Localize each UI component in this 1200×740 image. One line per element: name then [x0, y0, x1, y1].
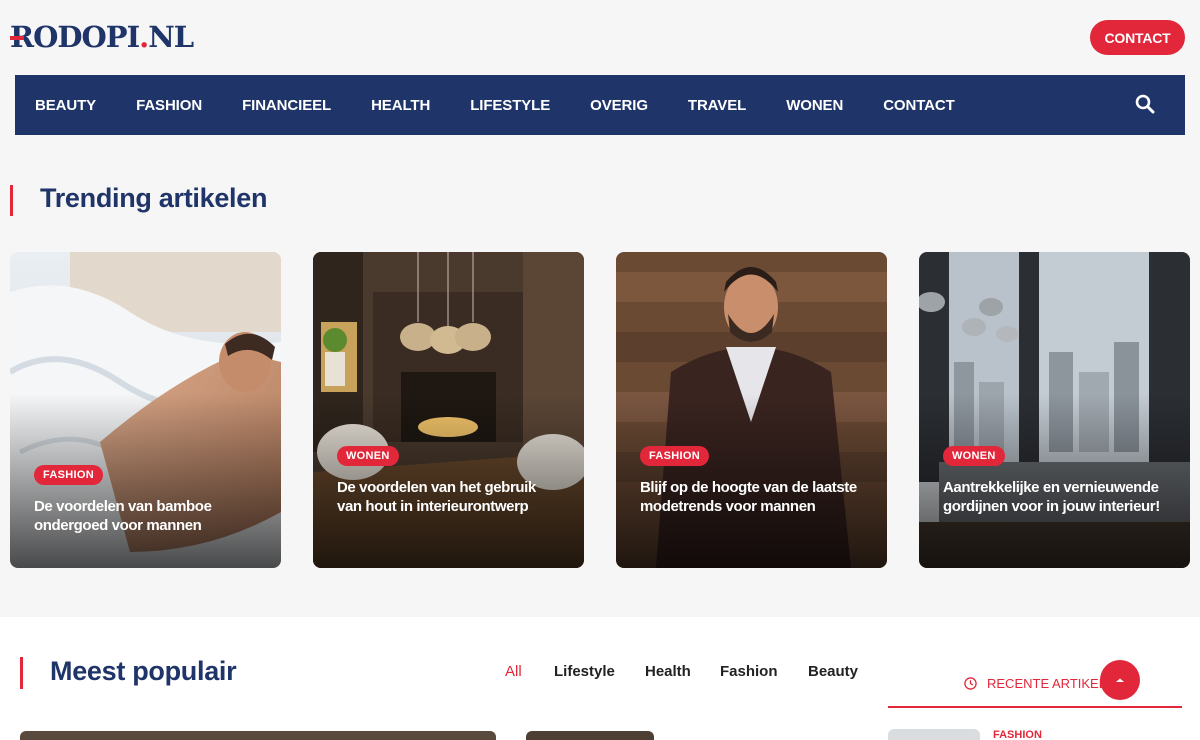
- filter-tab-lifestyle[interactable]: Lifestyle: [554, 663, 615, 680]
- category-badge[interactable]: WONEN: [943, 446, 1005, 466]
- trending-title: Trending artikelen: [40, 183, 268, 213]
- main-nav: BEAUTY FASHION FINANCIEEL HEALTH LIFESTY…: [15, 75, 1185, 135]
- contact-button[interactable]: CONTACT: [1090, 20, 1185, 55]
- popular-article-image[interactable]: [20, 731, 496, 740]
- recent-article-category[interactable]: FASHION: [993, 729, 1042, 740]
- nav-item-lifestyle[interactable]: LIFESTYLE: [470, 97, 550, 114]
- trending-card[interactable]: FASHION De voordelen van bamboe ondergoe…: [10, 252, 281, 568]
- nav-item-wonen[interactable]: WONEN: [786, 97, 843, 114]
- card-title[interactable]: De voordelen van bamboe ondergoed voor m…: [34, 497, 259, 535]
- card-title[interactable]: De voordelen van het gebruik van hout in…: [337, 478, 562, 516]
- category-badge[interactable]: FASHION: [640, 446, 709, 466]
- scroll-to-top-button[interactable]: [1100, 660, 1140, 700]
- nav-item-health[interactable]: HEALTH: [371, 97, 430, 114]
- category-badge[interactable]: WONEN: [337, 446, 399, 466]
- nav-item-travel[interactable]: TRAVEL: [688, 97, 746, 114]
- filter-tab-beauty[interactable]: Beauty: [808, 663, 858, 680]
- card-title[interactable]: Blijf op de hoogte van de laatste modetr…: [640, 478, 865, 516]
- trending-card[interactable]: WONEN Aantrekkelijke en vernieuwende gor…: [919, 252, 1190, 568]
- nav-item-overig[interactable]: OVERIG: [590, 97, 648, 114]
- recent-article-thumb[interactable]: [888, 729, 980, 740]
- nav-item-financieel[interactable]: FINANCIEEL: [242, 97, 331, 114]
- section-accent-bar: [10, 185, 13, 216]
- card-title[interactable]: Aantrekkelijke en vernieuwende gordijnen…: [943, 478, 1168, 516]
- trending-card[interactable]: WONEN De voordelen van het gebruik van h…: [313, 252, 584, 568]
- section-accent-bar: [20, 657, 23, 689]
- popular-article-image[interactable]: [526, 731, 654, 740]
- category-badge[interactable]: FASHION: [34, 465, 103, 485]
- filter-tab-health[interactable]: Health: [645, 663, 691, 680]
- filter-tab-fashion[interactable]: Fashion: [720, 663, 778, 680]
- search-icon[interactable]: [1135, 94, 1155, 114]
- trending-card[interactable]: FASHION Blijf op de hoogte van de laatst…: [616, 252, 887, 568]
- logo-accent-bar: [10, 36, 24, 40]
- nav-item-beauty[interactable]: BEAUTY: [35, 97, 96, 114]
- chevron-up-icon: [1116, 678, 1124, 682]
- logo-text: RODOPI.NL: [10, 20, 194, 54]
- popular-title: Meest populair: [50, 656, 237, 686]
- clock-icon: [964, 676, 977, 690]
- site-logo[interactable]: RODOPI.NL: [10, 20, 194, 54]
- nav-item-contact[interactable]: CONTACT: [883, 97, 955, 114]
- nav-item-fashion[interactable]: FASHION: [136, 97, 202, 114]
- filter-tab-all[interactable]: All: [505, 663, 522, 680]
